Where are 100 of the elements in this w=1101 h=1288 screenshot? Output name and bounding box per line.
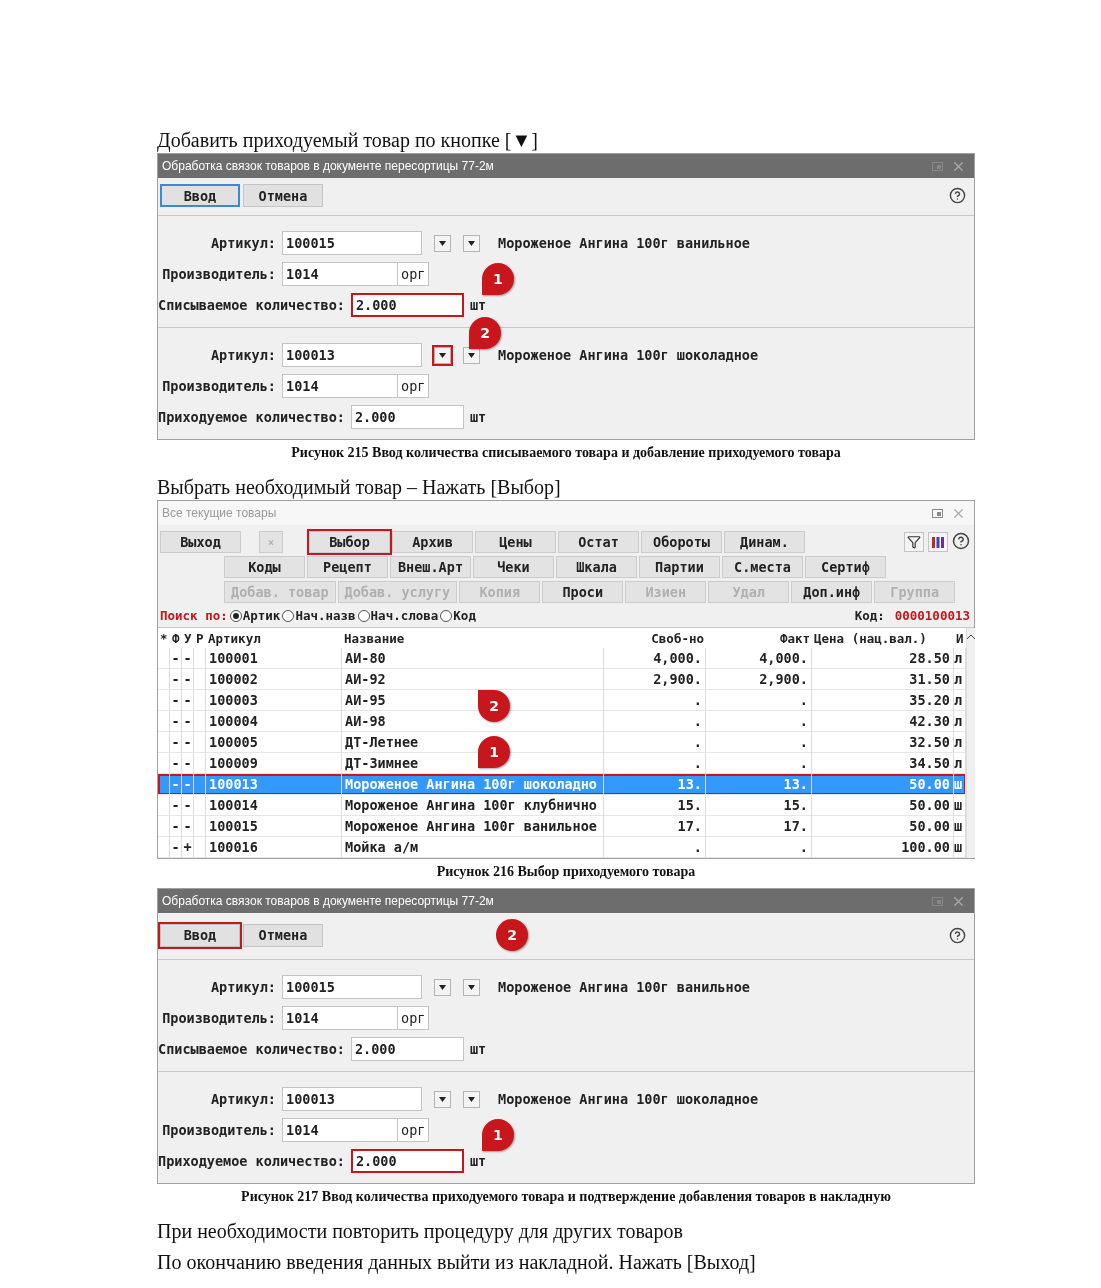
quantity-field[interactable]: 2.000 (350, 293, 464, 317)
fact-cell: 17. (783, 818, 808, 834)
toolbar-button[interactable]: Архив (392, 531, 473, 553)
scroll-up-icon[interactable] (967, 634, 975, 640)
column-header[interactable]: У (182, 630, 194, 646)
toolbar-button[interactable]: Выход (160, 531, 241, 553)
column-header[interactable]: * (158, 630, 170, 646)
dropdown-button[interactable] (434, 346, 451, 364)
fact-cell: . (799, 839, 808, 855)
table-row[interactable]: - - 100015 Мороженое Ангина 100г ванильное 17. 17. 50.00 ш (158, 816, 966, 837)
help-icon[interactable] (952, 532, 970, 550)
dropdown-button[interactable] (463, 234, 480, 252)
flag-mark: - (171, 839, 180, 855)
field-suffix: орг (398, 374, 430, 398)
maker-field[interactable]: 1014 (282, 374, 398, 398)
field-label: Артикул: (209, 979, 276, 995)
columns-button[interactable] (928, 532, 948, 552)
search-option[interactable]: Код (440, 608, 476, 623)
search-option[interactable]: Нач.назв (282, 608, 356, 623)
field-suffix: орг (398, 262, 430, 286)
quantity-field[interactable]: 2.000 (350, 1149, 464, 1173)
article-cell: 100015 (209, 818, 258, 834)
article-cell: 100014 (209, 797, 258, 813)
search-option[interactable]: Артик (229, 608, 281, 623)
toolbar-button[interactable]: Обороты (641, 531, 722, 553)
dialog-button[interactable]: Ввод (160, 184, 240, 207)
column-header[interactable]: Своб-но (604, 630, 706, 646)
field-label: Артикул: (209, 235, 276, 251)
dropdown-button[interactable] (434, 978, 451, 996)
article-field[interactable]: 100013 (282, 1087, 422, 1111)
dropdown-button[interactable] (463, 1090, 480, 1108)
toolbar-button[interactable]: Партии (639, 556, 720, 578)
free-cell: . (693, 734, 702, 750)
callout-marker: 1 (481, 1119, 514, 1151)
dialog-button[interactable]: Отмена (243, 184, 323, 207)
article-cell: 100001 (209, 650, 258, 666)
toolbar-button[interactable]: Остат (558, 531, 639, 553)
caret-icon (439, 240, 446, 246)
toolbar-button[interactable]: Проси (542, 581, 624, 603)
article-cell: 100005 (209, 734, 258, 750)
toolbar-button[interactable]: Шкала (556, 556, 637, 578)
filter-button[interactable] (904, 532, 924, 552)
toolbar-button[interactable]: Доп.инф (791, 581, 873, 603)
column-header[interactable]: Р (194, 630, 206, 646)
toolbar-button[interactable]: С.места (722, 556, 803, 578)
table-row[interactable]: - - 100002 АИ-92 2,900. 2,900. 31.50 л (158, 669, 966, 690)
toolbar-button[interactable]: Внеш.Арт (390, 556, 471, 578)
window-title: Обработка связок товаров в документе пересортицы 77-2м (162, 159, 494, 173)
table-row[interactable]: - + 100016 Мойка а/м . . 100.00 ш (158, 837, 966, 858)
toolbar-button[interactable]: Коды (224, 556, 305, 578)
filter-icon (907, 535, 921, 549)
help-icon[interactable] (949, 187, 966, 204)
unit-cell: л (954, 755, 963, 771)
body-text: При необходимости повторить процедуру для других товаров (157, 1219, 684, 1244)
body-text: Добавить приходуемый товар по кнопке [▼] (157, 128, 539, 153)
table-row[interactable]: - - 100004 АИ-98 . . 42.30 л (158, 711, 966, 732)
toolbar-button[interactable]: Рецепт (307, 556, 388, 578)
price-cell: 42.30 (909, 713, 950, 729)
article-field[interactable]: 100013 (282, 343, 422, 367)
article-field[interactable]: 100015 (282, 975, 422, 999)
maker-field[interactable]: 1014 (282, 1006, 398, 1030)
free-cell: . (693, 839, 702, 855)
maker-field[interactable]: 1014 (282, 1118, 398, 1142)
column-header[interactable]: Факт (706, 630, 812, 646)
free-cell: 2,900. (653, 671, 702, 687)
code-value: 0000100013 (894, 608, 970, 623)
column-header[interactable]: Цена (нац.вал.) (812, 630, 954, 646)
toolbar-button[interactable]: Динам. (724, 531, 805, 553)
name-cell: АИ-80 (345, 650, 386, 666)
column-header[interactable]: Ф (170, 630, 182, 646)
dropdown-button[interactable] (434, 1090, 451, 1108)
toolbar-button[interactable]: Чеки (473, 556, 554, 578)
field-label: Производитель: (161, 378, 276, 394)
maker-field[interactable]: 1014 (282, 262, 398, 286)
price-cell: 50.00 (909, 818, 950, 834)
search-option[interactable]: Нач.слова (357, 608, 439, 623)
scrollbar[interactable] (966, 628, 975, 858)
table-row[interactable]: - - 100014 Мороженое Ангина 100г клубнично 15. 15. 50.00 ш (158, 795, 966, 816)
dropdown-button[interactable] (434, 234, 451, 252)
field-label: Списываемое количество: (158, 1041, 345, 1057)
toolbar-button[interactable]: Цены (475, 531, 556, 553)
callout-marker: 2 (496, 919, 528, 951)
caret-icon (439, 352, 446, 358)
toolbar-button[interactable]: Выбор (309, 531, 390, 553)
price-cell: 28.50 (909, 650, 950, 666)
quantity-field[interactable]: 2.000 (350, 1037, 464, 1061)
column-header[interactable]: И (954, 630, 966, 646)
dialog-button[interactable]: Отмена (243, 923, 323, 947)
dropdown-button[interactable] (463, 978, 480, 996)
article-field[interactable]: 100015 (282, 231, 422, 255)
fact-cell: . (799, 734, 808, 750)
column-header[interactable]: Название (342, 630, 604, 646)
help-icon[interactable] (949, 926, 966, 944)
unit-cell: л (954, 734, 963, 750)
toolbar-button[interactable]: Сертиф (805, 556, 886, 578)
unit-label: шт (469, 1041, 487, 1057)
dialog-button[interactable]: Ввод (160, 923, 240, 947)
quantity-field[interactable]: 2.000 (350, 405, 464, 429)
table-row[interactable]: - - 100001 АИ-80 4,000. 4,000. 28.50 л (158, 648, 966, 669)
column-header[interactable]: Артикул (206, 630, 342, 646)
